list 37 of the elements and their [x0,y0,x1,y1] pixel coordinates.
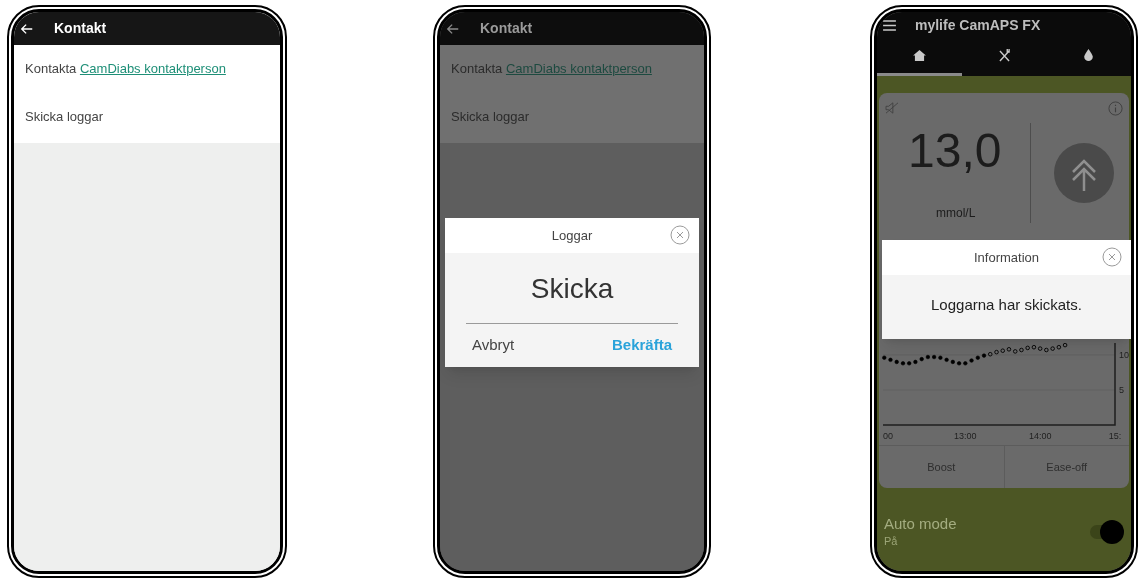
confirm-button[interactable]: Bekräfta [611,334,672,357]
list-item[interactable]: Skicka loggar [451,107,530,127]
toggle-switch[interactable] [1088,520,1124,545]
list-item[interactable]: Skicka loggar [25,107,104,127]
auto-mode-label: Auto mode [884,515,957,533]
x-tick-label: 14:00 [1028,431,1052,441]
mode-button[interactable]: Boost [879,446,1004,488]
contact-text: Kontakta CamDiabs kontaktperson [25,60,226,79]
info-icon[interactable] [1108,101,1123,116]
x-tick-label: 00 [883,431,893,441]
home-icon [912,49,926,61]
mode-button[interactable]: Ease-off [1003,446,1129,488]
y-tick-label: 5 [1119,384,1124,395]
drop-icon [1084,49,1094,61]
back-arrow-icon[interactable] [20,21,34,36]
contact-link[interactable]: CamDiabs kontaktperson [79,61,226,77]
screen-title: Kontakt [54,19,107,38]
screen-title: Kontakt [480,19,533,38]
x-tick-label: 15: [1108,431,1122,441]
auto-mode-status: På [884,534,899,549]
fork-knife-icon [998,48,1010,62]
close-icon[interactable] [670,225,690,245]
cancel-button[interactable]: Avbryt [472,334,515,357]
contact-text: Kontakta CamDiabs kontaktperson [451,60,652,79]
app-title: mylife CamAPS FX [915,16,1041,35]
speaker-muted-icon[interactable] [885,102,899,114]
menu-icon[interactable] [883,20,896,31]
glucose-unit: mmol/L [936,205,976,222]
glucose-value: 13,0 [908,123,1002,179]
contact-link[interactable]: CamDiabs kontaktperson [505,61,652,77]
dialog-message: Skicka [530,272,614,306]
close-icon[interactable] [1102,247,1122,267]
dialog-title: Information [973,248,1039,267]
y-tick-label: 10 [1119,349,1129,360]
dialog-message: Loggarna har skickats. [931,295,1082,316]
dialog-title: Loggar [551,226,593,245]
x-tick-label: 13:00 [954,431,977,441]
